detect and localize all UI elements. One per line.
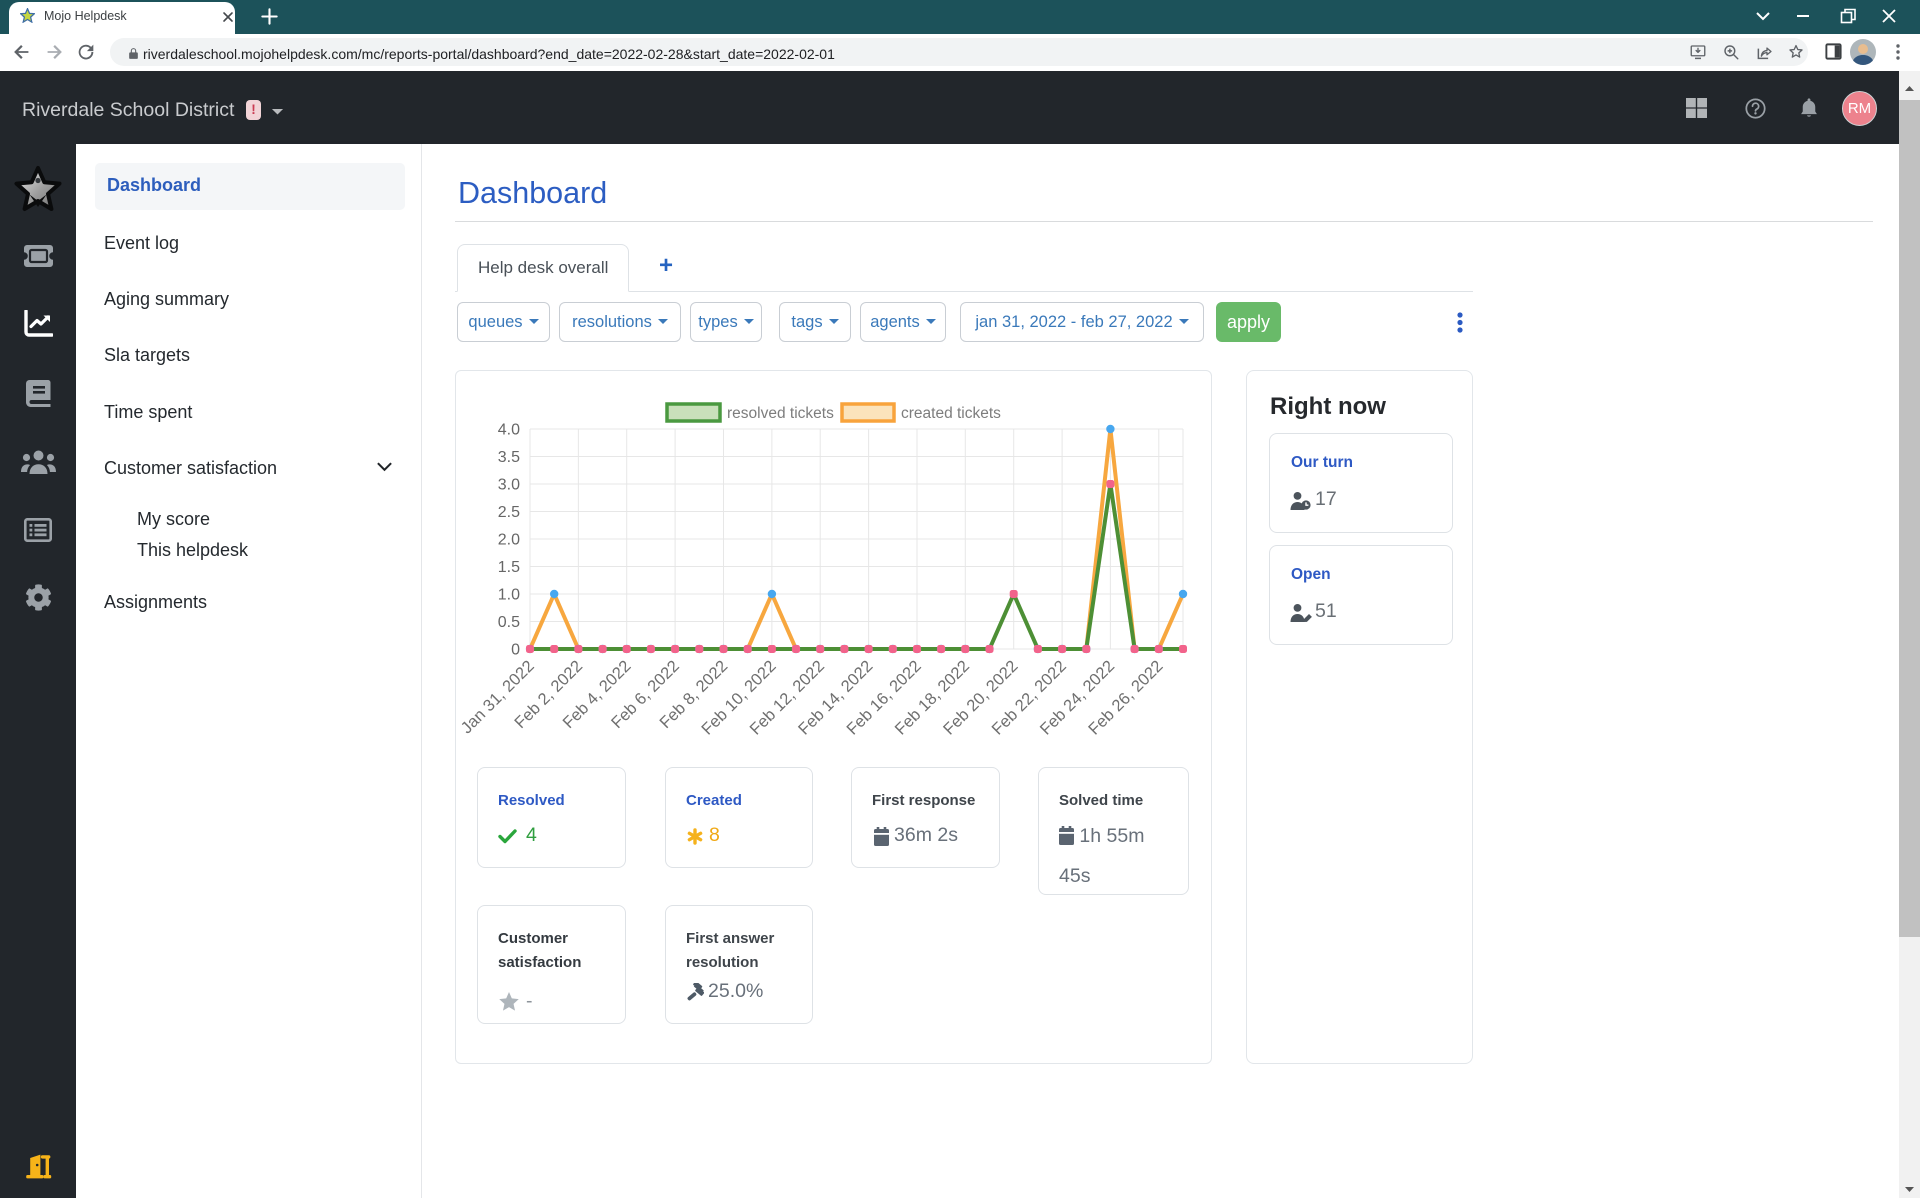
svg-text:1.5: 1.5	[498, 559, 520, 576]
svg-text:3.5: 3.5	[498, 449, 520, 466]
svg-text:0: 0	[511, 642, 520, 659]
svg-text:created tickets: created tickets	[901, 405, 1001, 422]
svg-text:2.5: 2.5	[498, 504, 520, 521]
svg-text:3.0: 3.0	[498, 477, 520, 494]
svg-text:0.5: 0.5	[498, 614, 520, 631]
svg-text:1.0: 1.0	[498, 587, 520, 604]
svg-text:4.0: 4.0	[498, 422, 520, 439]
svg-text:resolved tickets: resolved tickets	[727, 405, 834, 422]
svg-text:2.0: 2.0	[498, 532, 520, 549]
